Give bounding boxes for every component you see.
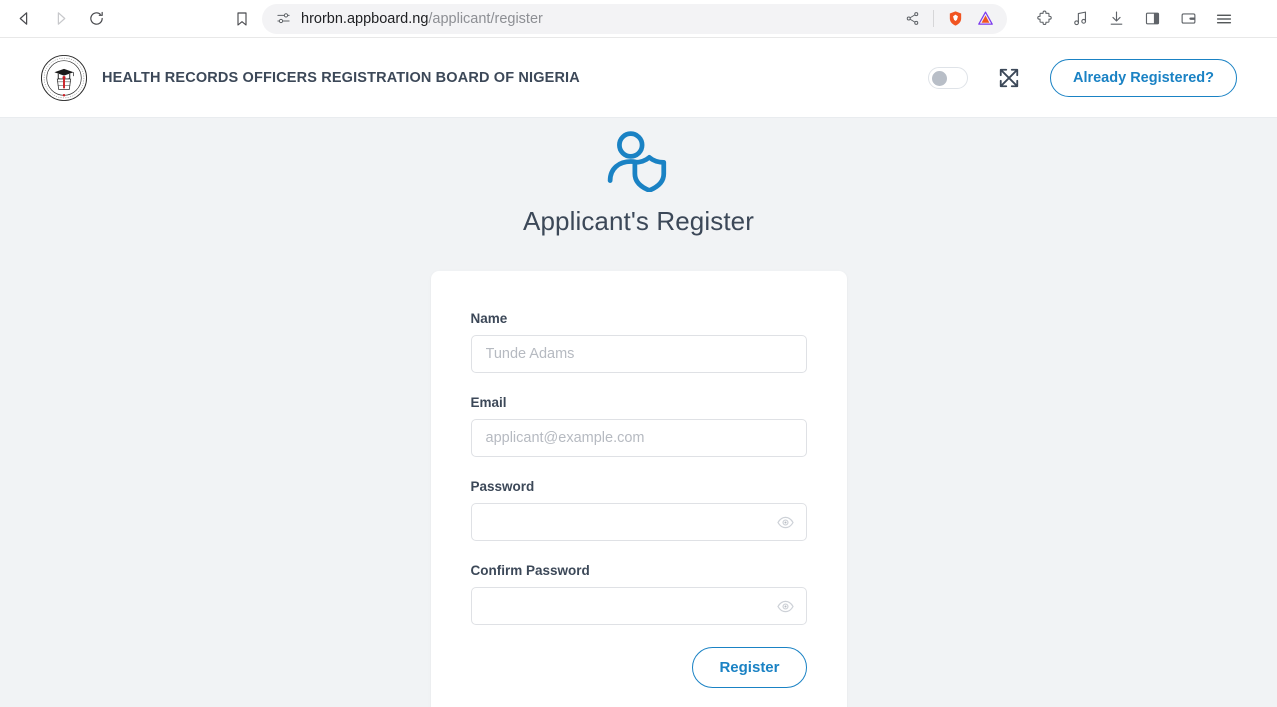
name-label: Name: [470, 311, 508, 326]
confirm-password-input-wrap: [470, 587, 807, 625]
toolbar-divider: [933, 10, 934, 27]
extensions-puzzle-icon: [1036, 10, 1052, 25]
confirm-password-input[interactable]: [470, 587, 807, 625]
already-registered-button[interactable]: Already Registered?: [1049, 58, 1237, 97]
hrorbn-seal-logo: [40, 54, 88, 101]
music-note-icon: [1073, 11, 1086, 26]
eye-toggle-visibility-icon: [777, 516, 794, 528]
name-input-wrap: [470, 335, 807, 373]
brave-rewards-icon: [977, 11, 993, 25]
site-title: HEALTH RECORDS OFFICERS REGISTRATION BOA…: [102, 69, 580, 86]
extensions-button[interactable]: [1031, 6, 1057, 32]
page-title-block: Applicant's Register: [523, 130, 754, 237]
sidebar-panel-icon: [1145, 12, 1159, 25]
back-button[interactable]: [10, 5, 38, 33]
browser-nav-buttons: [10, 5, 110, 33]
email-input[interactable]: [470, 419, 807, 457]
form-actions: Register: [471, 647, 807, 688]
address-bar-text: hrorbn.appboard.ng/applicant/register: [301, 11, 900, 27]
browser-menu-button[interactable]: [1211, 6, 1237, 32]
browser-toolbar: hrorbn.appboard.ng/applicant/register: [0, 0, 1277, 38]
site-settings-icon[interactable]: [276, 11, 291, 26]
brand[interactable]: HEALTH RECORDS OFFICERS REGISTRATION BOA…: [40, 54, 580, 102]
reload-button[interactable]: [82, 5, 110, 33]
brave-rewards-button[interactable]: [973, 7, 997, 31]
name-input[interactable]: [470, 335, 807, 373]
downloads-icon: [1110, 11, 1122, 25]
share-button[interactable]: [900, 7, 924, 31]
expand-fullscreen-icon: [999, 68, 1019, 87]
password-visibility-toggle[interactable]: [775, 511, 797, 533]
music-button[interactable]: [1067, 6, 1093, 32]
share-icon: [906, 12, 918, 25]
page-title: Applicant's Register: [523, 206, 754, 236]
downloads-button[interactable]: [1103, 6, 1129, 32]
eye-toggle-visibility-icon: [777, 600, 794, 612]
reload-icon: [89, 11, 103, 25]
theme-toggle-knob: [931, 70, 947, 86]
bookmark-icon: [237, 11, 247, 26]
address-bar-actions: [900, 7, 997, 31]
form-field-email: Email: [470, 395, 807, 457]
password-input[interactable]: [470, 503, 807, 541]
bookmark-button[interactable]: [228, 5, 256, 33]
header-actions: Already Registered?: [927, 58, 1237, 97]
url-domain: hrorbn.appboard.ng: [301, 10, 429, 27]
user-shield-icon: [607, 131, 666, 192]
sidebar-button[interactable]: [1139, 6, 1165, 32]
page-body: Applicant's Register Name Email Password: [0, 118, 1277, 707]
expand-fullscreen-button[interactable]: [994, 63, 1024, 93]
forward-button[interactable]: [46, 5, 74, 33]
address-bar[interactable]: hrorbn.appboard.ng/applicant/register: [262, 3, 1007, 34]
form-field-confirm-password: Confirm Password: [470, 563, 807, 625]
hamburger-menu-icon: [1216, 14, 1232, 23]
url-path: /applicant/register: [428, 10, 543, 27]
register-form-card: Name Email Password: [430, 271, 847, 707]
form-field-password: Password: [470, 479, 807, 541]
back-arrow-icon: [19, 12, 27, 25]
confirm-password-label: Confirm Password: [470, 563, 590, 578]
confirm-password-visibility-toggle[interactable]: [775, 595, 797, 617]
browser-toolbar-actions: [1031, 6, 1237, 32]
email-input-wrap: [470, 419, 807, 457]
wallet-button[interactable]: [1175, 6, 1201, 32]
form-field-name: Name: [470, 311, 807, 373]
email-label: Email: [470, 395, 507, 410]
password-input-wrap: [470, 503, 807, 541]
register-button[interactable]: Register: [692, 647, 807, 688]
wallet-icon: [1181, 13, 1195, 24]
theme-toggle[interactable]: [927, 66, 968, 89]
brave-shields-button[interactable]: [943, 7, 967, 31]
forward-arrow-icon: [57, 12, 65, 25]
site-header: HEALTH RECORDS OFFICERS REGISTRATION BOA…: [0, 38, 1277, 118]
password-label: Password: [470, 479, 535, 494]
brave-shields-icon: [949, 11, 961, 26]
